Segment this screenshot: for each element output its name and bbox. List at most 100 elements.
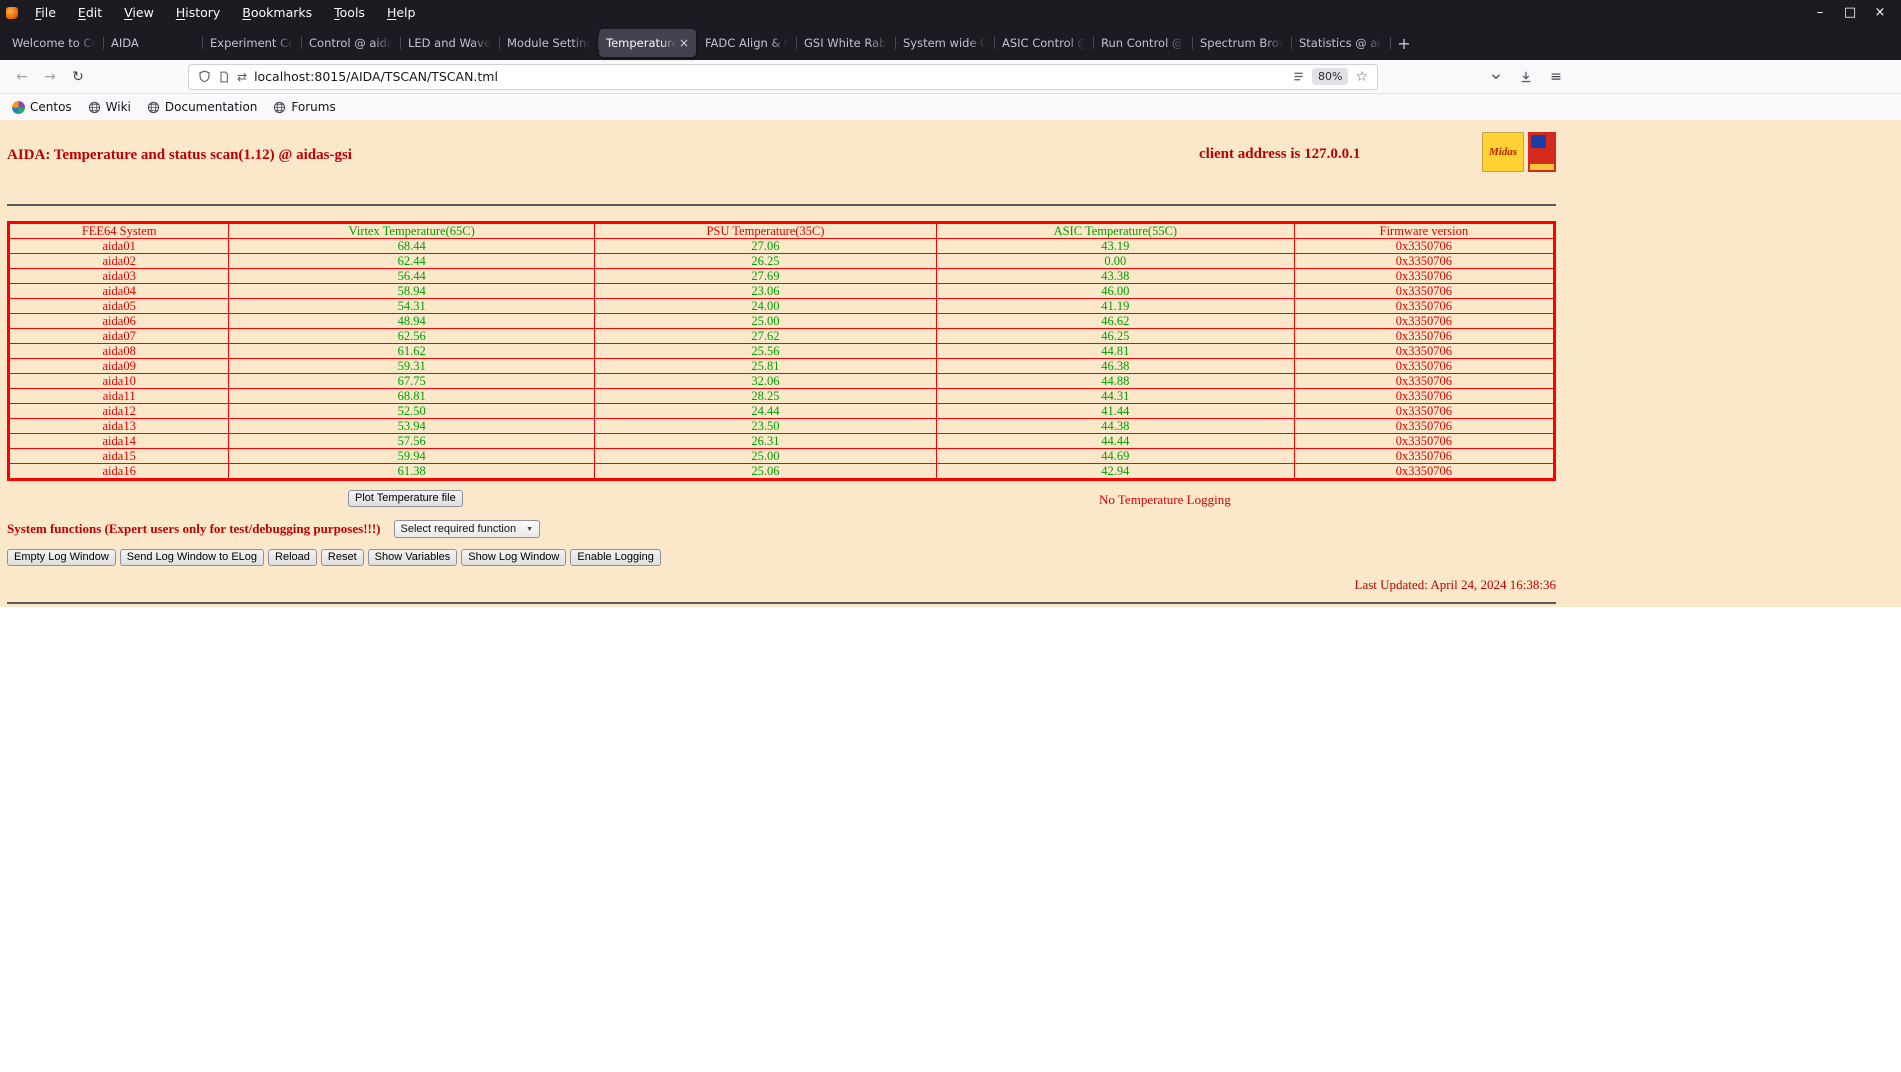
table-cell: 25.00 — [594, 313, 937, 329]
tab-fadc-align-co[interactable]: FADC Align & Co — [698, 29, 797, 57]
table-cell: 52.50 — [228, 403, 595, 419]
maximize-button[interactable]: □ — [1835, 0, 1865, 26]
table-row-aida16: aida16 61.38 25.06 42.94 0x3350706 — [7, 463, 1556, 480]
title-bar: File Edit View History Bookmarks Tools Help – … — [0, 0, 1901, 26]
table-cell: aida04 — [7, 283, 230, 299]
table-cell: 27.62 — [594, 328, 937, 344]
tab-module-settings[interactable]: Module Settings — [500, 29, 599, 57]
plot-row: Plot Temperature file No Temperature Log… — [7, 490, 1556, 510]
tab-close-icon[interactable]: × — [679, 36, 689, 50]
tab-welcome-to-cent[interactable]: Welcome to Cent — [5, 29, 104, 57]
button-show-log-window[interactable]: Show Log Window — [461, 549, 567, 566]
reload-button[interactable]: ↻ — [64, 64, 92, 90]
header-divider — [7, 204, 1556, 206]
tab-spectrum-brows[interactable]: Spectrum Brows — [1193, 29, 1292, 57]
table-cell: aida02 — [7, 253, 230, 269]
menu-help[interactable]: Help — [376, 0, 427, 26]
menu-tools[interactable]: Tools — [323, 0, 376, 26]
bookmark-documentation[interactable]: Documentation — [147, 100, 257, 114]
download-icon[interactable] — [1512, 64, 1540, 90]
tab-system-wide-che[interactable]: System wide Che — [896, 29, 995, 57]
tab-led-and-wavefor[interactable]: LED and Wavefor — [401, 29, 500, 57]
plot-temperature-button[interactable]: Plot Temperature file — [348, 490, 463, 507]
forward-button[interactable]: → — [36, 64, 64, 90]
button-reload[interactable]: Reload — [268, 549, 317, 566]
bookmark-star-icon[interactable]: ☆ — [1355, 69, 1368, 85]
tab-label: Experiment Cont — [210, 36, 293, 50]
close-button[interactable]: × — [1865, 0, 1895, 26]
https-arrows-icon[interactable]: ⇄ — [237, 70, 247, 84]
menu-file[interactable]: File — [24, 0, 67, 26]
pocket-icon[interactable] — [1482, 64, 1510, 90]
button-reset[interactable]: Reset — [320, 549, 364, 566]
bookmark-label: Forums — [291, 100, 336, 114]
table-cell: 0x3350706 — [1293, 268, 1556, 284]
table-cell: 27.06 — [594, 238, 937, 254]
globe-icon — [88, 101, 101, 114]
tab-label: Spectrum Brows — [1200, 36, 1283, 50]
menu-bar: File Edit View History Bookmarks Tools Help — [24, 0, 426, 26]
menu-history[interactable]: History — [165, 0, 231, 26]
button-empty-log-window[interactable]: Empty Log Window — [7, 549, 116, 566]
table-cell: aida16 — [7, 463, 230, 480]
new-tab-button[interactable]: + — [1390, 29, 1418, 57]
page-title: AIDA: Temperature and status scan(1.12) … — [7, 147, 352, 163]
tab-experiment-cont[interactable]: Experiment Cont — [203, 29, 302, 57]
tab-gsi-white-rabbit[interactable]: GSI White Rabbit — [797, 29, 896, 57]
table-cell: 26.25 — [594, 253, 937, 269]
button-send-log-window-to-elog[interactable]: Send Log Window to ELog — [119, 549, 265, 566]
url-text[interactable]: localhost:8015/AIDA/TSCAN/TSCAN.tml — [254, 69, 498, 84]
bookmark-forums[interactable]: Forums — [273, 100, 336, 114]
table-cell: aida09 — [7, 358, 230, 374]
table-cell: aida14 — [7, 433, 230, 449]
function-select-value: Select required function — [400, 523, 517, 535]
back-button[interactable]: ← — [8, 64, 36, 90]
tab-asic-control-a[interactable]: ASIC Control @ a — [995, 29, 1094, 57]
table-cell: 26.31 — [594, 433, 937, 449]
table-cell: aida06 — [7, 313, 230, 329]
table-cell: 32.06 — [594, 373, 937, 389]
table-cell: 58.94 — [228, 283, 595, 299]
page-content: AIDA: Temperature and status scan(1.12) … — [0, 120, 1901, 607]
bookmark-label: Wiki — [105, 100, 131, 114]
table-cell: 42.94 — [935, 463, 1295, 480]
reader-mode-icon[interactable] — [1292, 70, 1305, 83]
button-enable-logging[interactable]: Enable Logging — [570, 549, 661, 566]
table-cell: 0x3350706 — [1293, 343, 1556, 359]
table-cell: 68.44 — [228, 238, 595, 254]
tab-control-aidas[interactable]: Control @ aidas- — [302, 29, 401, 57]
table-cell: 0x3350706 — [1293, 373, 1556, 389]
tab-label: FADC Align & Co — [705, 36, 788, 50]
page-header: AIDA: Temperature and status scan(1.12) … — [7, 132, 1556, 182]
client-address: client address is 127.0.0.1 — [1199, 146, 1361, 162]
menu-view[interactable]: View — [113, 0, 165, 26]
shield-icon[interactable] — [198, 70, 211, 83]
table-row-aida10: aida10 67.75 32.06 44.88 0x3350706 — [7, 373, 1556, 389]
tab-temperature-an[interactable]: Temperature an× — [599, 29, 696, 57]
menu-bookmarks[interactable]: Bookmarks — [231, 0, 323, 26]
bookmark-centos[interactable]: Centos — [12, 100, 72, 114]
browser-window: File Edit View History Bookmarks Tools Help – … — [0, 0, 1901, 120]
table-cell: 25.81 — [594, 358, 937, 374]
minimize-button[interactable]: – — [1805, 0, 1835, 26]
table-cell: 53.94 — [228, 418, 595, 434]
table-cell: 0x3350706 — [1293, 403, 1556, 419]
midas-logo-label: Midas — [1488, 146, 1518, 158]
menu-edit[interactable]: Edit — [67, 0, 113, 26]
zoom-level[interactable]: 80% — [1311, 68, 1349, 85]
table-row-aida14: aida14 57.56 26.31 44.44 0x3350706 — [7, 433, 1556, 449]
menu-icon[interactable]: ≡ — [1542, 64, 1570, 90]
function-select[interactable]: Select required function ▼ — [393, 520, 541, 538]
table-row-aida08: aida08 61.62 25.56 44.81 0x3350706 — [7, 343, 1556, 359]
tab-statistics-aida[interactable]: Statistics @ aida — [1292, 29, 1391, 57]
address-bar[interactable]: ⇄ localhost:8015/AIDA/TSCAN/TSCAN.tml 80… — [188, 63, 1378, 90]
tab-aida[interactable]: AIDA — [104, 29, 203, 57]
table-cell: aida15 — [7, 448, 230, 464]
table-cell: 59.31 — [228, 358, 595, 374]
table-cell: 43.19 — [935, 238, 1295, 254]
firefox-icon — [6, 7, 18, 19]
page-info-icon[interactable] — [218, 71, 230, 83]
tab-run-control-ai[interactable]: Run Control @ ai — [1094, 29, 1193, 57]
button-show-variables[interactable]: Show Variables — [367, 549, 458, 566]
bookmark-wiki[interactable]: Wiki — [88, 100, 131, 114]
